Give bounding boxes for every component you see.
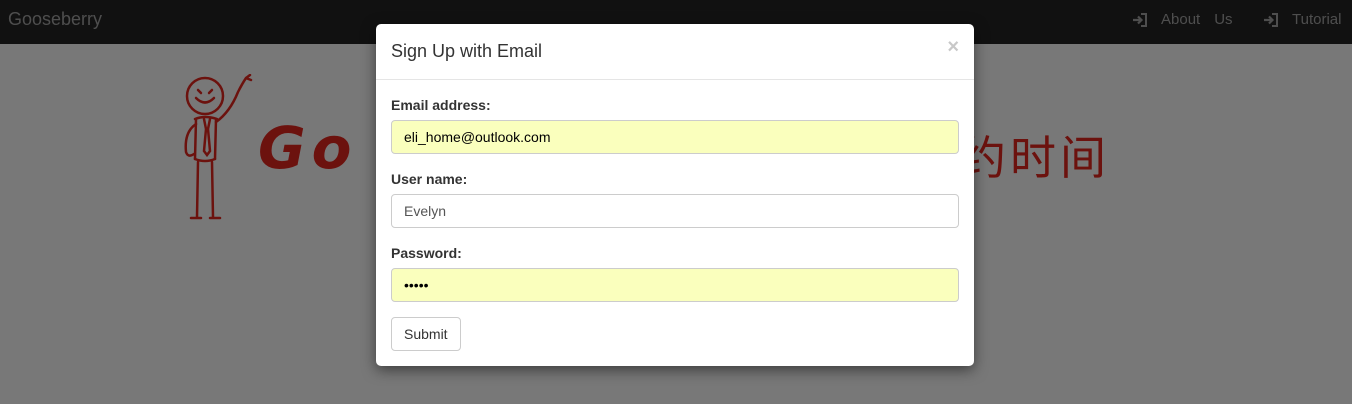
submit-button[interactable]: Submit [391, 317, 461, 351]
modal-title: Sign Up with Email [391, 41, 543, 61]
username-field[interactable] [391, 194, 959, 228]
username-label: User name: [391, 171, 468, 187]
password-field[interactable] [391, 268, 959, 302]
signup-modal: Sign Up with Email × Email address: User… [376, 24, 974, 366]
password-label: Password: [391, 245, 462, 261]
modal-header: Sign Up with Email × [376, 24, 974, 80]
close-icon[interactable]: × [947, 36, 959, 59]
email-label: Email address: [391, 97, 491, 113]
email-field[interactable] [391, 120, 959, 154]
